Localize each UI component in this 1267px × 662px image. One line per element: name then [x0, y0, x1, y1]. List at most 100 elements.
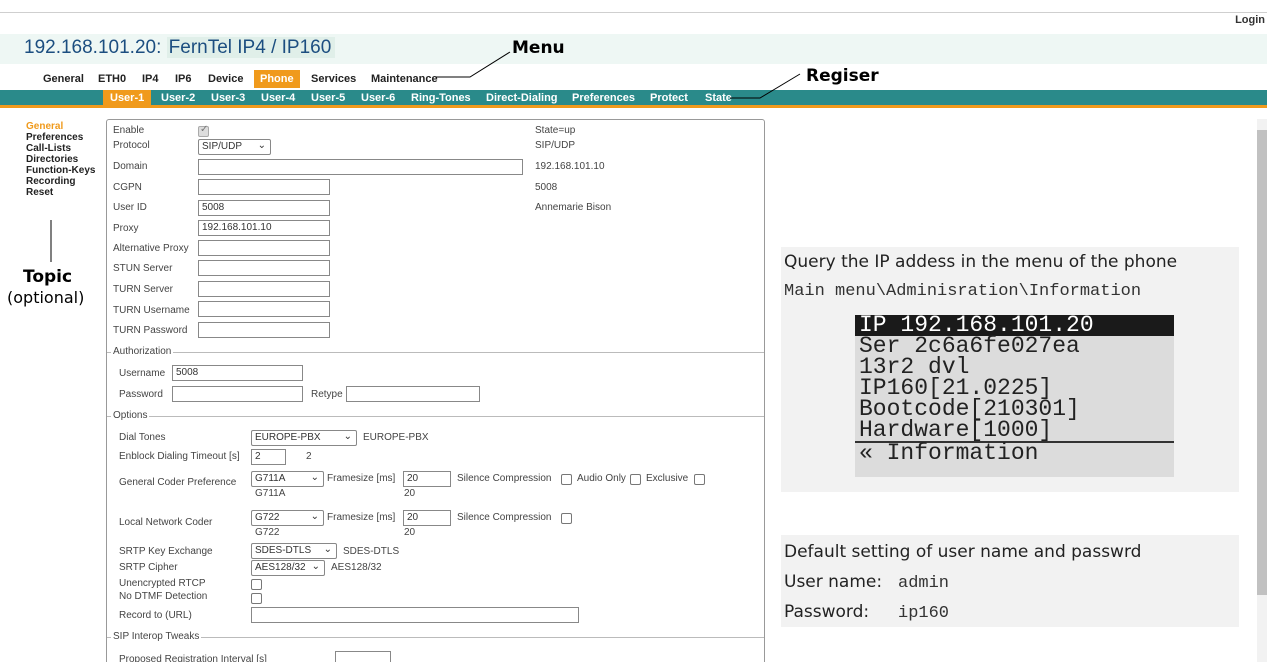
topic-function-keys[interactable]: Function-Keys: [26, 165, 106, 176]
chevron-down-icon: ⌄: [311, 561, 320, 572]
chevron-down-icon: ⌄: [257, 140, 266, 151]
general-framesize-state: 20: [404, 488, 416, 499]
enblock-label: Enblock Dialing Timeout [s]: [119, 451, 240, 462]
exclusive-checkbox[interactable]: [694, 474, 705, 485]
audio-only-checkbox[interactable]: [630, 474, 641, 485]
subnav-user-5[interactable]: User-5: [311, 92, 345, 104]
subnav-preferences[interactable]: Preferences: [572, 92, 635, 104]
alt-proxy-input[interactable]: [198, 240, 330, 256]
local-coder-label: Local Network Coder: [119, 517, 213, 528]
username-input[interactable]: 5008: [172, 365, 303, 381]
nav-ip4[interactable]: IP4: [142, 73, 159, 85]
dial-tones-state: EUROPE-PBX: [363, 432, 429, 443]
topic-nav: General Preferences Call-Lists Directori…: [26, 121, 106, 198]
topic-reset[interactable]: Reset: [26, 187, 106, 198]
subnav-ring-tones[interactable]: Ring-Tones: [411, 92, 471, 104]
dial-tones-select[interactable]: EUROPE-PBX ⌄: [251, 430, 357, 446]
stun-input[interactable]: [198, 260, 330, 276]
no-dtmf-checkbox[interactable]: [251, 593, 262, 604]
nav-general[interactable]: General: [43, 73, 84, 85]
turn-username-label: TURN Username: [113, 305, 190, 316]
srtp-key-select[interactable]: SDES-DTLS ⌄: [251, 543, 337, 559]
nav-phone[interactable]: Phone: [254, 70, 300, 88]
general-coder-select-value: G711A: [255, 473, 286, 484]
local-coder-state: G722: [255, 527, 280, 538]
scrollbar-thumb[interactable]: [1257, 130, 1267, 595]
local-silence-label: Silence Compression: [457, 512, 552, 523]
enable-checkbox[interactable]: [198, 124, 209, 137]
exclusive-label: Exclusive: [646, 473, 689, 484]
state-number: 5008: [535, 182, 558, 193]
password-input[interactable]: [172, 386, 303, 402]
domain-input[interactable]: [198, 159, 523, 175]
topic-call-lists[interactable]: Call-Lists: [26, 143, 106, 154]
authorization-heading: Authorization: [111, 346, 174, 357]
dial-tones-label: Dial Tones: [119, 432, 166, 443]
subnav-user-4[interactable]: User-4: [261, 92, 295, 104]
subnav-user-1[interactable]: User-1: [103, 90, 152, 106]
enblock-input[interactable]: 2: [251, 449, 286, 465]
local-framesize-input[interactable]: 20: [403, 510, 451, 526]
alt-proxy-label: Alternative Proxy: [113, 243, 189, 254]
sip-interop-heading: SIP Interop Tweaks: [111, 631, 202, 642]
nav-services[interactable]: Services: [311, 73, 356, 85]
title-ip: 192.168.101.20:: [24, 37, 162, 58]
nav-eth0[interactable]: ETH0: [98, 73, 126, 85]
record-url-input[interactable]: [251, 607, 579, 623]
record-url-label: Record to (URL): [119, 610, 192, 621]
subnav-state[interactable]: State: [705, 92, 732, 104]
turn-username-input[interactable]: [198, 301, 330, 317]
topic-recording[interactable]: Recording: [26, 176, 106, 187]
state-ip: 192.168.101.10: [535, 161, 605, 172]
srtp-key-label: SRTP Key Exchange: [119, 546, 213, 557]
cgpn-input[interactable]: [198, 179, 330, 195]
unencrypted-rtcp-checkbox[interactable]: [251, 579, 262, 590]
general-framesize-input[interactable]: 20: [403, 471, 451, 487]
user-id-label: User ID: [113, 202, 147, 213]
topic-directories[interactable]: Directories: [26, 154, 106, 165]
proxy-input[interactable]: 192.168.101.10: [198, 220, 330, 236]
main-nav: General ETH0 IP4 IP6 Device Phone Servic…: [0, 64, 1267, 90]
proposed-reg-label: Proposed Registration Interval [s]: [119, 654, 267, 662]
annotation-topic: Topic: [23, 267, 73, 287]
sub-nav: User-1 User-2 User-3 User-4 User-5 User-…: [0, 90, 1267, 108]
subnav-protect[interactable]: Protect: [650, 92, 688, 104]
subnav-direct-dialing[interactable]: Direct-Dialing: [486, 92, 558, 104]
topic-preferences[interactable]: Preferences: [26, 132, 106, 143]
nav-ip6[interactable]: IP6: [175, 73, 192, 85]
nav-maintenance[interactable]: Maintenance: [371, 73, 438, 85]
general-silence-checkbox[interactable]: [561, 474, 572, 485]
srtp-key-state: SDES-DTLS: [343, 546, 400, 557]
title-model: FernTel IP4 / IP160: [166, 37, 336, 58]
subnav-user-6[interactable]: User-6: [361, 92, 395, 104]
phone-lcd-display: IP 192.168.101.20 Ser 2c6a6fe027ea 13r2 …: [855, 314, 1174, 477]
defaults-pass-value: ip160: [898, 604, 950, 623]
no-dtmf-label: No DTMF Detection: [119, 591, 208, 602]
turn-password-input[interactable]: [198, 322, 330, 338]
chevron-down-icon: ⌄: [310, 511, 319, 522]
user-id-input[interactable]: 5008: [198, 200, 330, 216]
protocol-select[interactable]: SIP/UDP ⌄: [198, 139, 271, 155]
login-link[interactable]: Login: [1235, 14, 1265, 26]
local-silence-checkbox[interactable]: [561, 513, 572, 524]
nav-device[interactable]: Device: [208, 73, 243, 85]
srtp-cipher-state: AES128/32: [331, 562, 382, 573]
srtp-cipher-select[interactable]: AES128/32 ⌄: [251, 560, 325, 576]
turn-input[interactable]: [198, 281, 330, 297]
protocol-select-value: SIP/UDP: [202, 141, 243, 152]
info-query-text: Query the IP addess in the menu of the p…: [784, 252, 1178, 272]
subnav-user-2[interactable]: User-2: [161, 92, 195, 104]
local-coder-select[interactable]: G722 ⌄: [251, 510, 324, 526]
unencrypted-rtcp-label: Unencrypted RTCP: [119, 578, 206, 589]
general-coder-select[interactable]: G711A ⌄: [251, 471, 324, 487]
topic-general[interactable]: General: [26, 121, 106, 132]
state-title: State=up: [535, 125, 576, 136]
srtp-key-select-value: SDES-DTLS: [255, 545, 312, 556]
subnav-user-3[interactable]: User-3: [211, 92, 245, 104]
defaults-title: Default setting of user name and passwrd: [784, 542, 1142, 562]
retype-input[interactable]: [346, 386, 480, 402]
chevron-down-icon: ⌄: [323, 544, 332, 555]
stun-label: STUN Server: [113, 263, 173, 274]
proposed-reg-input[interactable]: [335, 651, 391, 662]
options-divider: [107, 416, 764, 417]
